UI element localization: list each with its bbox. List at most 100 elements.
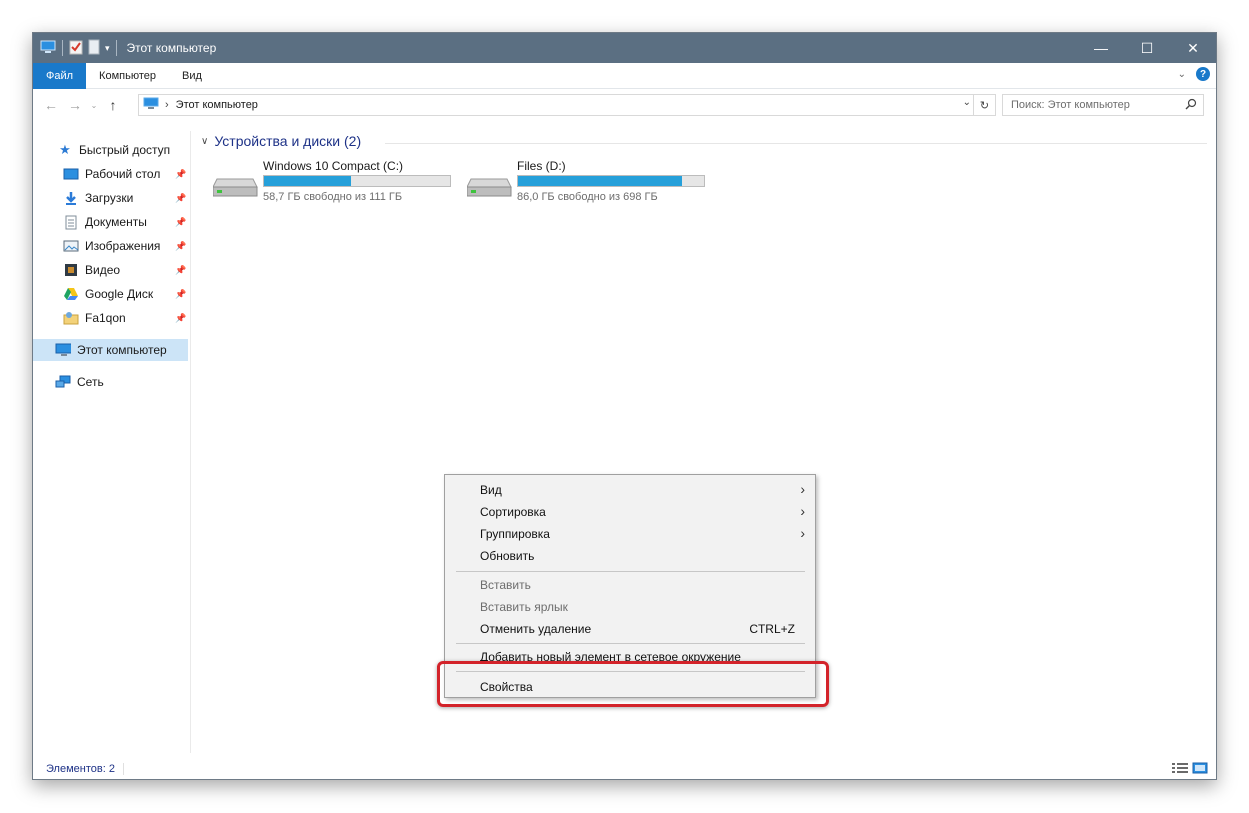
pin-icon: 📌 [175,240,187,251]
computer-icon [143,97,159,113]
breadcrumb-chevron-icon[interactable]: › [165,99,169,111]
highlight-annotation [437,661,829,707]
nav-label: Изображения [85,239,161,253]
menu-item-sort[interactable]: Сортировка › [445,501,815,523]
hard-drive-icon [466,173,513,199]
search-placeholder: Поиск: Этот компьютер [1011,99,1130,111]
menu-item-label: Сортировка [480,505,546,519]
item-count: Элементов: 2 [46,763,124,775]
nav-quick-access[interactable]: ★ Быстрый доступ [57,139,170,161]
nav-label: Сеть [77,375,104,389]
star-icon: ★ [59,142,71,157]
up-arrow-icon[interactable]: ↑ [101,93,125,117]
drive-name: Files (D:) [517,159,566,173]
menu-separator [456,643,805,644]
toolbar-divider [115,40,117,56]
drive-usage-fill [518,176,682,186]
pin-icon: 📌 [175,168,187,179]
nav-label: Загрузки [85,191,134,205]
new-folder-icon[interactable] [87,39,101,58]
drive-d[interactable]: Files (D:) 86,0 ГБ свободно из 698 ГБ [466,159,717,209]
chevron-down-icon[interactable]: ▾ [105,43,110,54]
drive-usage-bar [263,175,451,187]
menu-item-group[interactable]: Группировка › [445,523,815,545]
nav-label: Fa1qon [85,311,126,325]
nav-label: Рабочий стол [85,167,161,181]
tab-file[interactable]: Файл [33,62,87,89]
search-icon[interactable] [1185,98,1197,113]
nav-label: Документы [85,215,147,229]
user-folder-icon [63,310,79,326]
search-input[interactable]: Поиск: Этот компьютер [1002,94,1204,116]
recent-locations-icon[interactable]: ⌄ [87,93,101,117]
chevron-down-icon[interactable]: ∨ [201,136,208,147]
desktop-icon [63,166,79,182]
ribbon-tabs: Файл Компьютер Вид ⌄ ? [33,62,1216,89]
navigation-row: ← → ⌄ ↑ › Этот компьютер ⌄ ↻ Поиск: Этот… [33,90,1216,120]
refresh-icon[interactable]: ↻ [973,95,995,115]
status-bar: Элементов: 2 [33,759,1216,779]
expand-ribbon-icon[interactable]: ⌄ [1178,69,1186,80]
group-header-devices[interactable]: ∨ Устройства и диски (2) [201,133,361,149]
group-title: Устройства и диски (2) [214,133,362,149]
ribbon-right-controls: ⌄ ? [1178,67,1210,81]
address-dropdown-icon[interactable]: ⌄ [963,97,971,108]
menu-item-paste[interactable]: Вставить [445,574,815,596]
maximize-button[interactable]: ☐ [1124,33,1170,63]
pin-icon: 📌 [175,192,187,203]
forward-arrow-icon[interactable]: → [63,93,87,117]
nav-item-google-drive[interactable]: Google Диск 📌 [63,283,189,305]
nav-item-documents[interactable]: Документы 📌 [63,211,189,233]
drive-usage-fill [264,176,352,186]
nav-label: Google Диск [85,287,154,301]
chevron-right-icon: › [800,503,805,519]
window-title: Этот компьютер [126,41,217,55]
nav-item-this-pc[interactable]: Этот компьютер [33,339,188,361]
menu-item-view[interactable]: Вид › [445,479,815,501]
nav-item-videos[interactable]: Видео 📌 [63,259,189,281]
nav-item-network[interactable]: Сеть [55,371,104,393]
menu-item-refresh[interactable]: Обновить [445,545,815,567]
pin-icon: 📌 [175,264,187,275]
menu-item-undo-delete[interactable]: Отменить удаление CTRL+Z [445,618,815,640]
help-icon[interactable]: ? [1196,67,1210,81]
menu-item-label: Отменить удаление [480,622,592,636]
menu-item-label: Вставить [480,578,531,592]
menu-item-shortcut: CTRL+Z [749,622,795,636]
details-view-icon[interactable] [1172,762,1188,777]
close-button[interactable]: ✕ [1170,33,1216,63]
menu-item-label: Обновить [480,549,535,563]
breadcrumb[interactable]: Этот компьютер [176,99,258,111]
drive-name: Windows 10 Compact (C:) [263,159,404,173]
title-bar: ▾ Этот компьютер — ☐ ✕ [33,33,1216,63]
nav-item-downloads[interactable]: Загрузки 📌 [63,187,189,209]
properties-icon[interactable] [69,39,83,58]
chevron-right-icon: › [800,525,805,541]
back-arrow-icon[interactable]: ← [39,93,63,117]
minimize-button[interactable]: — [1078,33,1124,63]
pictures-icon [63,238,79,254]
window-controls: — ☐ ✕ [1078,33,1216,63]
tab-computer[interactable]: Компьютер [86,63,169,89]
network-icon [55,374,71,390]
nav-label: Этот компьютер [77,343,167,357]
address-bar[interactable]: › Этот компьютер ⌄ ↻ [138,94,996,116]
computer-icon [55,342,71,358]
hard-drive-icon [212,173,259,199]
drive-free-space: 58,7 ГБ свободно из 111 ГБ [263,191,403,203]
menu-item-label: Группировка [480,527,550,541]
tab-view[interactable]: Вид [169,63,215,89]
navigation-pane: ★ Быстрый доступ Рабочий стол 📌 Загрузки… [33,131,191,753]
menu-item-paste-shortcut[interactable]: Вставить ярлык [445,596,815,618]
nav-item-desktop[interactable]: Рабочий стол 📌 [63,163,189,185]
view-switcher [1172,762,1208,777]
drive-free-space: 86,0 ГБ свободно из 698 ГБ [517,191,658,203]
drive-c[interactable]: Windows 10 Compact (C:) 58,7 ГБ свободно… [212,159,463,209]
pin-icon: 📌 [175,216,187,227]
documents-icon [63,214,79,230]
pin-icon: 📌 [175,312,187,323]
toolbar-divider [62,40,63,56]
nav-item-pictures[interactable]: Изображения 📌 [63,235,189,257]
nav-item-fa1qon[interactable]: Fa1qon 📌 [63,307,189,329]
large-icons-view-icon[interactable] [1192,762,1208,777]
